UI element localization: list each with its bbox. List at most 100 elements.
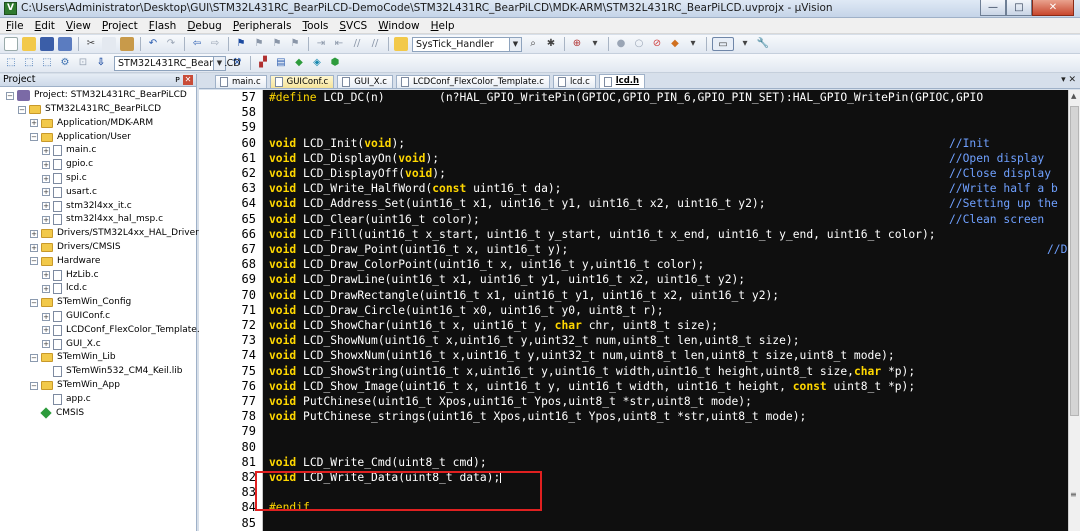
menu-help[interactable]: Help	[431, 20, 455, 32]
tree-item[interactable]: + lcd.c	[42, 282, 87, 296]
code-editor[interactable]: 57 58 59 60 61 62 63 64 65 66 67 68 69 70 71 72 73 74 75 76…	[199, 90, 1080, 531]
code-line[interactable]: void LCD_DisplayOn(void); //Open display	[269, 151, 1044, 166]
menu-tools[interactable]: Tools	[302, 20, 328, 32]
nav-back-icon[interactable]: ⇦	[190, 37, 204, 51]
code-line[interactable]: void LCD_Fill(uint16_t x_start, uint16_t…	[269, 227, 936, 242]
tree-item[interactable]: + HzLib.c	[42, 268, 99, 282]
chevron-down-icon[interactable]: ▼	[509, 37, 521, 51]
menu-file[interactable]: File	[6, 20, 24, 32]
scroll-up-icon[interactable]: ▲	[1071, 92, 1076, 100]
cut-icon[interactable]: ✂	[84, 37, 98, 51]
download-load-icon[interactable]: ⇩	[94, 56, 108, 70]
tree-item[interactable]: + stm32l4xx_hal_msp.c	[42, 213, 163, 227]
tree-item[interactable]: + Application/MDK-ARM	[30, 117, 153, 131]
tree-expander-icon[interactable]: +	[42, 340, 50, 349]
tree-expander-icon[interactable]: +	[30, 229, 38, 238]
nav-forward-icon[interactable]: ⇨	[208, 37, 222, 51]
layout-dropdown-icon[interactable]: ▾	[738, 37, 752, 51]
tab-lcd-c[interactable]: lcd.c	[552, 75, 596, 88]
tree-item[interactable]: + Drivers/STM32L4xx_HAL_Driver	[30, 227, 199, 241]
window-layout-icon[interactable]: ▭	[712, 37, 734, 51]
tree-expander-icon[interactable]: +	[42, 188, 50, 197]
tree-expander-icon[interactable]: +	[42, 146, 50, 155]
vertical-scrollbar[interactable]: ▲ ≡	[1068, 90, 1080, 531]
tree-item[interactable]: − STemWin_Lib	[30, 351, 116, 365]
rebuild-icon[interactable]: ⬚	[40, 56, 54, 70]
tree-item[interactable]: − STemWin_App	[30, 379, 120, 393]
manage-project-items-icon[interactable]: ▞	[256, 56, 270, 70]
tree-item[interactable]: CMSIS	[30, 406, 84, 420]
scroll-thumb[interactable]	[1070, 106, 1079, 416]
menu-flash[interactable]: Flash	[149, 20, 177, 32]
tree-expander-icon[interactable]: −	[30, 133, 38, 142]
maximize-button[interactable]: □	[1006, 0, 1032, 16]
unindent-icon[interactable]: ⇤	[332, 37, 346, 51]
manage-rte-icon[interactable]: ◆	[292, 56, 306, 70]
tree-expander-icon[interactable]: +	[42, 271, 50, 280]
tree-item[interactable]: + GUI_X.c	[42, 337, 101, 351]
menu-project[interactable]: Project	[102, 20, 138, 32]
uncomment-icon[interactable]: //	[368, 37, 382, 51]
configure-icon[interactable]: ◆	[668, 37, 682, 51]
code-line[interactable]: void LCD_Write_Cmd(uint8_t cmd);	[269, 455, 487, 470]
menu-view[interactable]: View	[66, 20, 91, 32]
tree-item[interactable]: − Application/User	[30, 130, 131, 144]
function-combo[interactable]: SysTick_Handler ▼	[412, 36, 522, 52]
tab-lcdconf-flexcolor-template-c[interactable]: LCDConf_FlexColor_Template.c	[395, 75, 550, 88]
comment-icon[interactable]: //	[350, 37, 364, 51]
next-bookmark-icon[interactable]: ⚑	[270, 37, 284, 51]
translate-icon[interactable]: ⬚	[4, 56, 18, 70]
prev-bookmark-icon[interactable]: ⚑	[252, 37, 266, 51]
code-line[interactable]: void LCD_Write_HalfWord(const uint16_t d…	[269, 181, 1058, 196]
tree-expander-icon[interactable]: +	[42, 174, 50, 183]
code-line[interactable]: void LCD_Draw_ColorPoint(uint16_t x, uin…	[269, 257, 704, 272]
menu-debug[interactable]: Debug	[187, 20, 222, 32]
new-file-icon[interactable]	[4, 37, 18, 51]
tree-item[interactable]: + stm32l4xx_it.c	[42, 199, 132, 213]
tree-expander-icon[interactable]: +	[42, 215, 50, 224]
tree-expander-icon[interactable]: +	[42, 160, 50, 169]
tree-item[interactable]: + main.c	[42, 144, 96, 158]
tab-list-menu[interactable]: ▾ ✕	[1061, 75, 1076, 85]
code-line[interactable]: void PutChinese(uint16_t Xpos,uint16_t Y…	[269, 394, 752, 409]
close-button[interactable]: ✕	[1032, 0, 1074, 16]
tab-guiconf-c[interactable]: GUIConf.c	[269, 75, 335, 88]
menu-svcs[interactable]: SVCS	[339, 20, 367, 32]
tab-lcd-h[interactable]: lcd.h	[598, 74, 646, 88]
tree-expander-icon[interactable]: −	[18, 105, 26, 114]
tree-item[interactable]: + LCDConf_FlexColor_Template.c	[42, 324, 205, 338]
minimize-button[interactable]: —	[980, 0, 1006, 16]
tree-expander-icon[interactable]: +	[42, 284, 50, 293]
find-icon[interactable]: ⌕	[526, 37, 540, 51]
clear-bookmarks-icon[interactable]: ⚑	[288, 37, 302, 51]
code-line[interactable]: void LCD_DrawLine(uint16_t x1, uint16_t …	[269, 272, 745, 287]
menu-window[interactable]: Window	[378, 20, 419, 32]
code-line[interactable]: void LCD_ShowString(uint16_t x,uint16_t …	[269, 364, 915, 379]
tree-expander-icon[interactable]: −	[30, 298, 38, 307]
undo-icon[interactable]: ↶	[146, 37, 160, 51]
debug-dropdown-icon[interactable]: ▾	[588, 37, 602, 51]
close-panel-icon[interactable]: ✕	[183, 75, 193, 85]
code-line[interactable]: void LCD_Address_Set(uint16_t x1, uint16…	[269, 196, 1058, 211]
tree-expander-icon[interactable]: −	[30, 353, 38, 362]
batch-build-icon[interactable]: ⚙	[58, 56, 72, 70]
code-line[interactable]: void LCD_ShowChar(uint16_t x, uint16_t y…	[269, 318, 718, 333]
find-in-files-icon[interactable]	[394, 37, 408, 51]
tree-expander-icon[interactable]: −	[6, 91, 14, 100]
incremental-find-icon[interactable]: ✱	[544, 37, 558, 51]
tree-item[interactable]: − Hardware	[30, 255, 100, 269]
tree-item[interactable]: − STemWin_Config	[30, 296, 131, 310]
tab-main-c[interactable]: main.c	[215, 75, 267, 88]
tools-wrench-icon[interactable]: 🔧	[756, 37, 770, 51]
code-line[interactable]: void LCD_ShowNum(uint16_t x,uint16_t y,u…	[269, 333, 800, 348]
tree-item[interactable]: + usart.c	[42, 186, 97, 200]
menu-edit[interactable]: Edit	[35, 20, 55, 32]
tree-expander-icon[interactable]: +	[42, 202, 50, 211]
code-line[interactable]: void LCD_DisplayOff(void); //Close displa…	[269, 166, 1051, 181]
tree-expander-icon[interactable]: +	[42, 326, 50, 335]
tree-item[interactable]: + GUIConf.c	[42, 310, 110, 324]
tree-item[interactable]: − Project: STM32L431RC_BearPiLCD	[6, 89, 187, 103]
tree-item[interactable]: app.c	[42, 393, 91, 407]
tree-item[interactable]: − STM32L431RC_BearPiLCD	[18, 103, 161, 117]
code-line[interactable]: void LCD_DrawRectangle(uint16_t x1, uint…	[269, 288, 779, 303]
